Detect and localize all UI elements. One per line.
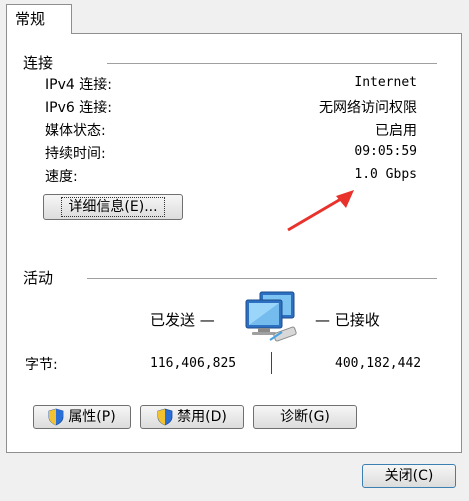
- speed-label: 速度:: [45, 169, 78, 185]
- diagnose-button-label: 诊断(G): [280, 409, 330, 425]
- bytes-received-value: 400,182,442: [335, 356, 422, 371]
- speed-value: 1.0 Gbps: [354, 167, 417, 182]
- close-button[interactable]: 关闭(C): [362, 464, 456, 488]
- properties-button[interactable]: 属性(P): [33, 405, 131, 429]
- network-computers-icon: [245, 291, 297, 342]
- ipv4-value: Internet: [354, 75, 417, 90]
- properties-button-label: 属性(P): [68, 409, 116, 425]
- details-button[interactable]: 详细信息(E)...: [43, 194, 183, 220]
- general-panel: 连接 IPv4 连接: Internet IPv6 连接: 无网络访问权限 媒体…: [6, 33, 462, 453]
- ipv6-value: 无网络访问权限: [319, 100, 417, 116]
- diagnose-button[interactable]: 诊断(G): [253, 405, 357, 429]
- bytes-separator: [271, 352, 272, 374]
- uac-shield-icon: [157, 408, 173, 426]
- bytes-label: 字节:: [25, 357, 58, 373]
- duration-label: 持续时间:: [45, 146, 106, 162]
- uac-shield-icon: [48, 408, 64, 426]
- media-state-value: 已启用: [375, 123, 417, 139]
- disable-button[interactable]: 禁用(D): [140, 405, 244, 429]
- ipv6-label: IPv6 连接:: [45, 100, 112, 116]
- red-arrow-annotation: [287, 190, 354, 232]
- connection-divider: [107, 63, 437, 64]
- bytes-sent-value: 116,406,825: [150, 356, 237, 371]
- ipv4-label: IPv4 连接:: [45, 77, 112, 93]
- media-state-label: 媒体状态:: [45, 123, 106, 139]
- sent-label: 已发送 —: [150, 311, 215, 329]
- duration-value: 09:05:59: [354, 144, 417, 159]
- disable-button-label: 禁用(D): [177, 409, 227, 425]
- tab-general[interactable]: 常规: [6, 4, 72, 34]
- activity-divider: [87, 278, 437, 279]
- activity-group-title: 活动: [23, 267, 62, 288]
- received-label: — 已接收: [315, 311, 380, 329]
- details-button-label: 详细信息(E)...: [61, 197, 165, 217]
- close-button-label: 关闭(C): [384, 468, 434, 484]
- connection-group-title: 连接: [23, 52, 62, 73]
